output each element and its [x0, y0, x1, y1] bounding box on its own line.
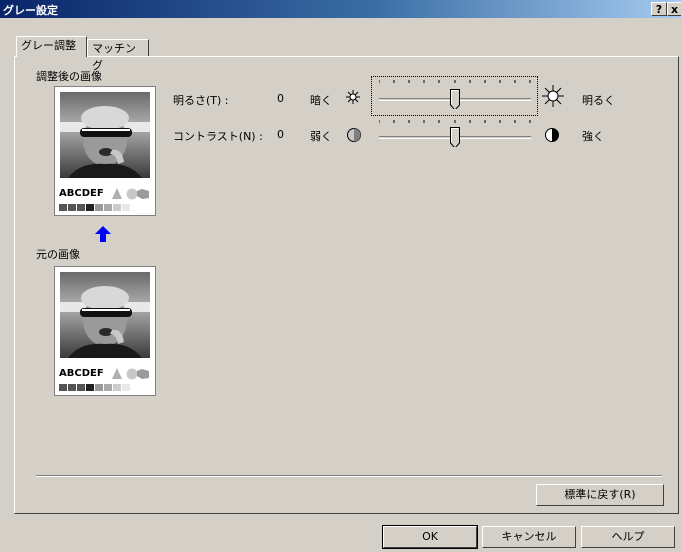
- help-icon[interactable]: ?: [651, 2, 667, 16]
- brightness-high-label: 明るく: [582, 94, 615, 107]
- up-arrow-icon: [95, 226, 111, 242]
- brightness-slider[interactable]: [371, 76, 538, 116]
- sun-large-icon: [542, 85, 564, 107]
- contrast-low-label: 弱く: [310, 130, 332, 143]
- separator: [36, 475, 662, 477]
- sample-text: ABCDEF: [59, 188, 104, 199]
- contrast-slider[interactable]: [371, 116, 538, 152]
- half-circle-icon: [347, 128, 361, 142]
- help-button[interactable]: ヘルプ: [581, 526, 675, 548]
- window-title: グレー設定: [3, 4, 58, 17]
- sample-shapes-icon: [112, 368, 149, 380]
- ok-button[interactable]: OK: [382, 525, 478, 549]
- brightness-low-label: 暗く: [310, 94, 332, 107]
- reset-default-button[interactable]: 標準に戻す(R): [536, 484, 664, 506]
- adjusted-photo: [60, 92, 150, 178]
- gray-swatches: [59, 204, 131, 211]
- original-image-label: 元の画像: [36, 248, 80, 261]
- sun-small-icon: [346, 90, 360, 104]
- close-icon[interactable]: x: [667, 2, 681, 16]
- brightness-value: 0: [277, 92, 284, 105]
- cancel-button[interactable]: キャンセル: [482, 526, 576, 548]
- brightness-label: 明るさ(T) :: [173, 94, 229, 107]
- sample-shapes-icon: [112, 188, 149, 200]
- tab-gray-adjust[interactable]: グレー調整: [16, 36, 87, 57]
- tab-matching[interactable]: マッチング: [87, 39, 149, 72]
- slider-ticks: [379, 80, 531, 83]
- adjusted-image-label: 調整後の画像: [36, 70, 102, 83]
- gray-swatches: [59, 384, 131, 391]
- original-photo: [60, 272, 150, 358]
- original-preview: ABCDEF: [54, 266, 156, 396]
- contrast-icon: [545, 128, 559, 142]
- contrast-high-label: 強く: [582, 130, 604, 143]
- contrast-label: コントラスト(N) :: [173, 130, 263, 143]
- sample-text: ABCDEF: [59, 368, 104, 379]
- contrast-value: 0: [277, 128, 284, 141]
- slider-thumb[interactable]: [450, 89, 460, 109]
- slider-thumb[interactable]: [450, 127, 460, 147]
- title-bar: グレー設定 ? x: [0, 0, 681, 18]
- slider-ticks: [379, 120, 531, 123]
- adjusted-preview: ABCDEF: [54, 86, 156, 216]
